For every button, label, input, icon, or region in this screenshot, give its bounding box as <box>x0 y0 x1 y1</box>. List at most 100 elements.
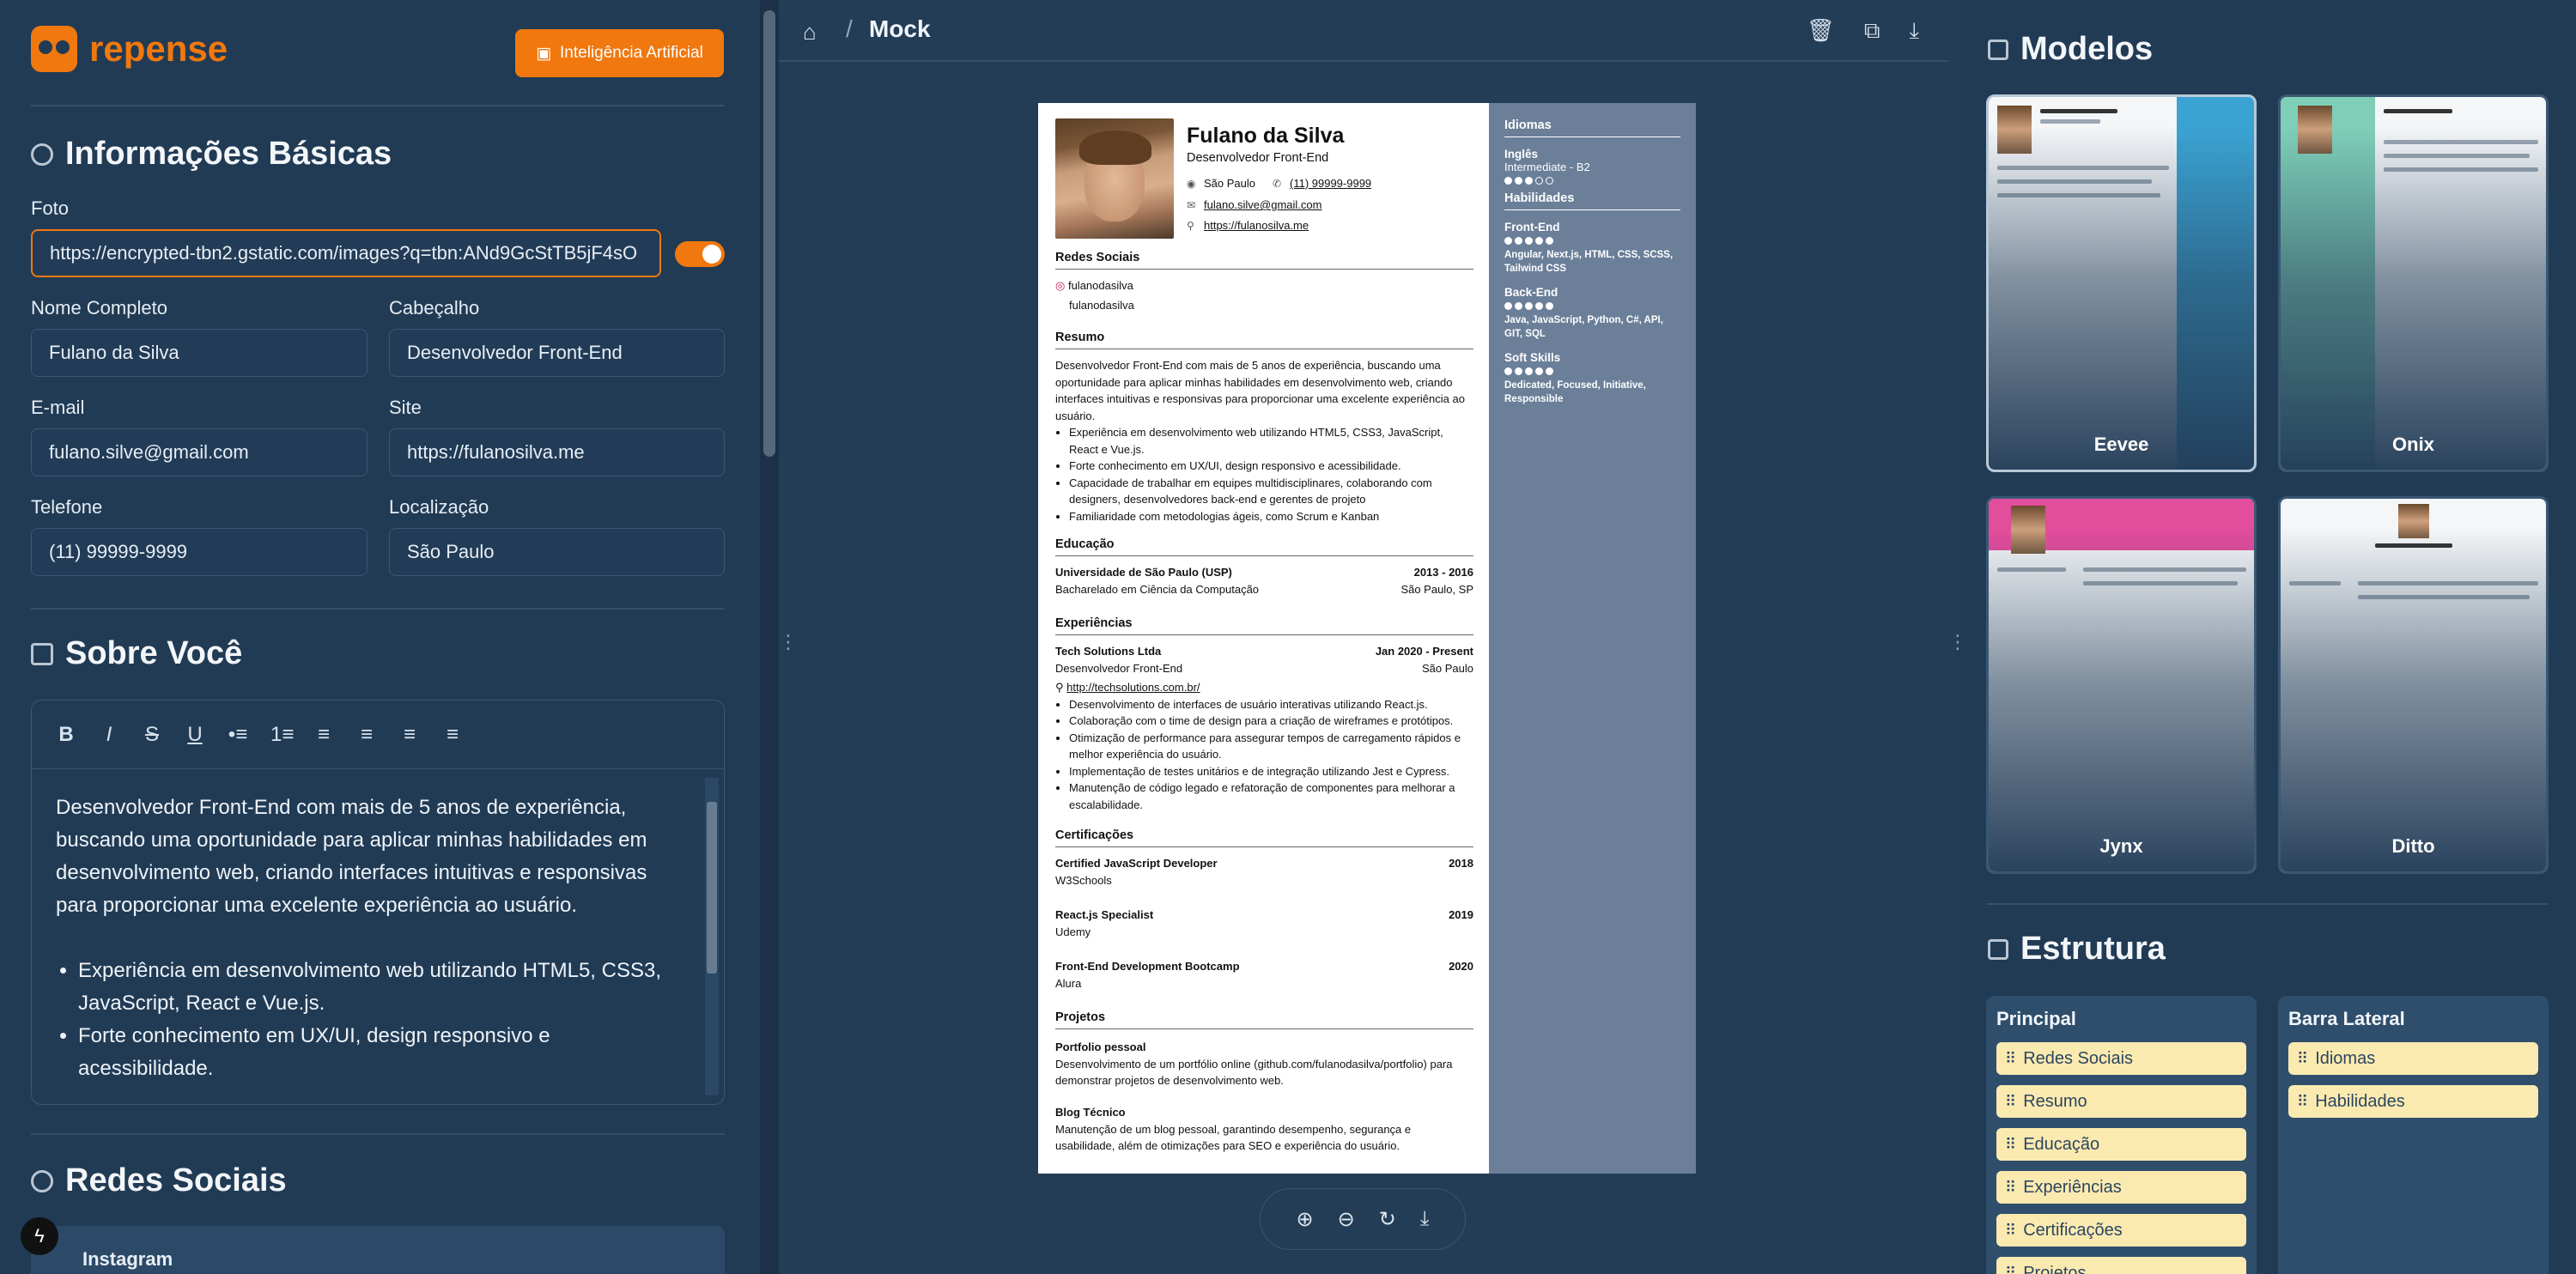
align-left-button[interactable]: ≡ <box>313 723 334 747</box>
phone-label: Telefone <box>31 496 103 518</box>
resume-education-row: Universidade de São Paulo (USP) 2013 - 2… <box>1055 566 1473 579</box>
ordered-list-button[interactable]: 1≡ <box>270 723 294 747</box>
divider <box>1986 903 2549 905</box>
headline-input[interactable]: Desenvolvedor Front-End <box>389 329 725 377</box>
photo-toggle[interactable] <box>675 241 725 267</box>
structure-item[interactable]: ⠿ Experiências <box>1996 1171 2246 1204</box>
template-card-eevee[interactable]: Eevee <box>1986 94 2257 472</box>
template-name: Ditto <box>2391 835 2435 857</box>
structure-item[interactable]: ⠿ Projetos <box>1996 1257 2246 1274</box>
structure-item[interactable]: ⠿ Educação <box>1996 1128 2246 1161</box>
experience-bullet: Implementação de testes unitários e de i… <box>1069 763 1473 780</box>
lightning-icon[interactable]: ϟ <box>21 1217 58 1255</box>
strikethrough-button[interactable]: S <box>142 723 162 747</box>
left-scrollbar[interactable] <box>760 0 779 1274</box>
models-title: Modelos <box>2020 31 2154 67</box>
preview-header: ⌂ / Mock 🗑 ⧉ ⤓ <box>779 0 1948 62</box>
cert-row: Certified JavaScript Developer 2018 <box>1055 857 1473 870</box>
drag-grip-icon[interactable]: ⠿ <box>2005 1265 2016 1274</box>
template-card-jynx[interactable]: Jynx <box>1986 496 2257 874</box>
resume-summary-bullet: Experiência em desenvolvimento web utili… <box>1069 424 1473 458</box>
preview-actions: 🗑 ⧉ ⤓ <box>1807 17 1919 45</box>
structure-item[interactable]: ⠿ Habilidades <box>2288 1085 2538 1118</box>
experience-link[interactable]: http://techsolutions.com.br/ <box>1066 681 1200 694</box>
language-dots <box>1504 177 1680 185</box>
resize-handle-right[interactable]: ⋮ <box>1948 0 1967 1274</box>
cert-row: Alura <box>1055 977 1473 990</box>
italic-button[interactable]: I <box>99 723 119 747</box>
breadcrumb-current: Mock <box>869 15 931 42</box>
rating-dot <box>1515 177 1522 185</box>
experience-bullet: Otimização de performance para assegurar… <box>1069 730 1473 763</box>
rating-dot <box>1525 367 1533 375</box>
align-justify-button[interactable]: ≡ <box>442 723 463 747</box>
resume-cert-heading: Certificações <box>1055 828 1473 847</box>
editor-scrollbar[interactable] <box>705 778 719 1095</box>
reset-zoom-icon[interactable]: ↻ <box>1379 1207 1396 1232</box>
template-card-ditto[interactable]: Ditto <box>2278 496 2549 874</box>
robot-icon: ▣ <box>536 44 552 63</box>
resume-phone[interactable]: (11) 99999-9999 <box>1290 177 1371 190</box>
structure-item[interactable]: ⠿ Resumo <box>1996 1085 2246 1118</box>
drag-grip-icon[interactable]: ⠿ <box>2005 1222 2016 1240</box>
resume-experience-heading: Experiências <box>1055 616 1473 635</box>
rating-dot <box>1535 367 1543 375</box>
bullet-list-button[interactable]: •≡ <box>228 723 248 747</box>
template-card-onix[interactable]: Onix <box>2278 94 2549 472</box>
user-icon <box>31 143 53 166</box>
location-input[interactable]: São Paulo <box>389 528 725 576</box>
rating-dot <box>1546 367 1553 375</box>
structure-item[interactable]: ⠿ Certificações <box>1996 1214 2246 1247</box>
skill-keywords: Java, JavaScript, Python, C#, API, GIT, … <box>1504 315 1663 339</box>
resume-summary: Desenvolvedor Front-End com mais de 5 an… <box>1055 357 1473 525</box>
home-icon[interactable]: ⌂ <box>803 19 817 46</box>
skill-item: Front-End Angular, Next.js, HTML, CSS, S… <box>1504 221 1680 276</box>
download-icon[interactable]: ⤓ <box>1420 1207 1430 1231</box>
site-input[interactable]: https://fulanosilva.me <box>389 428 725 476</box>
phone-input[interactable]: (11) 99999-9999 <box>31 528 368 576</box>
ai-button[interactable]: ▣ Inteligência Artificial <box>515 29 724 77</box>
drag-grip-icon[interactable]: ⠿ <box>2005 1093 2016 1111</box>
ai-button-label: Inteligência Artificial <box>560 44 703 62</box>
zoom-out-icon[interactable]: ⊖ <box>1338 1207 1355 1232</box>
education-school: Universidade de São Paulo (USP) <box>1055 566 1232 579</box>
name-input[interactable]: Fulano da Silva <box>31 329 368 377</box>
skill-dots <box>1504 367 1680 375</box>
social-card-instagram[interactable]: Instagram <box>31 1226 725 1274</box>
drag-grip-icon[interactable]: ⠿ <box>2297 1050 2308 1068</box>
skill-name: Back-End <box>1504 286 1558 299</box>
align-right-button[interactable]: ≡ <box>399 723 420 747</box>
rating-dot <box>1525 177 1533 185</box>
experience-company: Tech Solutions Ltda <box>1055 645 1162 658</box>
skill-item: Back-End Java, JavaScript, Python, C#, A… <box>1504 286 1680 341</box>
download-icon[interactable]: ⤓ <box>1910 17 1920 45</box>
resize-handle-left[interactable]: ⋮ <box>779 631 798 653</box>
rating-dot <box>1515 237 1522 245</box>
resume-site[interactable]: https://fulanosilva.me <box>1204 219 1309 232</box>
editor-content[interactable]: Desenvolvedor Front-End com mais de 5 an… <box>32 769 724 1085</box>
copy-icon[interactable]: ⧉ <box>1864 17 1880 45</box>
rating-dot <box>1546 302 1553 310</box>
settings-panel: Modelos Eevee Onix Jynx Ditto Estrutura … <box>1959 0 2576 1274</box>
zoom-in-icon[interactable]: ⊕ <box>1297 1207 1314 1232</box>
structure-main-column: Principal ⠿ Redes Sociais ⠿ Resumo ⠿ Educaç… <box>1986 996 2257 1274</box>
align-center-button[interactable]: ≡ <box>356 723 377 747</box>
underline-button[interactable]: U <box>185 723 205 747</box>
drag-grip-icon[interactable]: ⠿ <box>2005 1136 2016 1154</box>
resume-experience-row: Tech Solutions Ltda Jan 2020 - Present <box>1055 645 1473 658</box>
structure-item[interactable]: ⠿ Redes Sociais <box>1996 1042 2246 1075</box>
email-input[interactable]: fulano.silve@gmail.com <box>31 428 368 476</box>
experience-bullet: Desenvolvimento de interfaces de usuário… <box>1069 696 1473 713</box>
drag-grip-icon[interactable]: ⠿ <box>2005 1050 2016 1068</box>
rich-text-editor[interactable]: B I S U •≡ 1≡ ≡ ≡ ≡ ≡ Desenvolvedor Fron… <box>31 700 725 1105</box>
drag-grip-icon[interactable]: ⠿ <box>2005 1179 2016 1197</box>
trash-icon[interactable]: 🗑 <box>1807 17 1835 45</box>
resume-email[interactable]: fulano.silve@gmail.com <box>1204 198 1321 211</box>
structure-item[interactable]: ⠿ Idiomas <box>2288 1042 2538 1075</box>
drag-grip-icon[interactable]: ⠿ <box>2297 1093 2308 1111</box>
photo-url-input[interactable]: https://encrypted-tbn2.gstatic.com/image… <box>31 229 661 277</box>
layout-icon <box>1988 39 2008 60</box>
project-item: Blog Técnico Manutenção de um blog pesso… <box>1055 1104 1473 1155</box>
sidebar-languages-heading: Idiomas <box>1504 118 1680 137</box>
bold-button[interactable]: B <box>56 723 76 747</box>
